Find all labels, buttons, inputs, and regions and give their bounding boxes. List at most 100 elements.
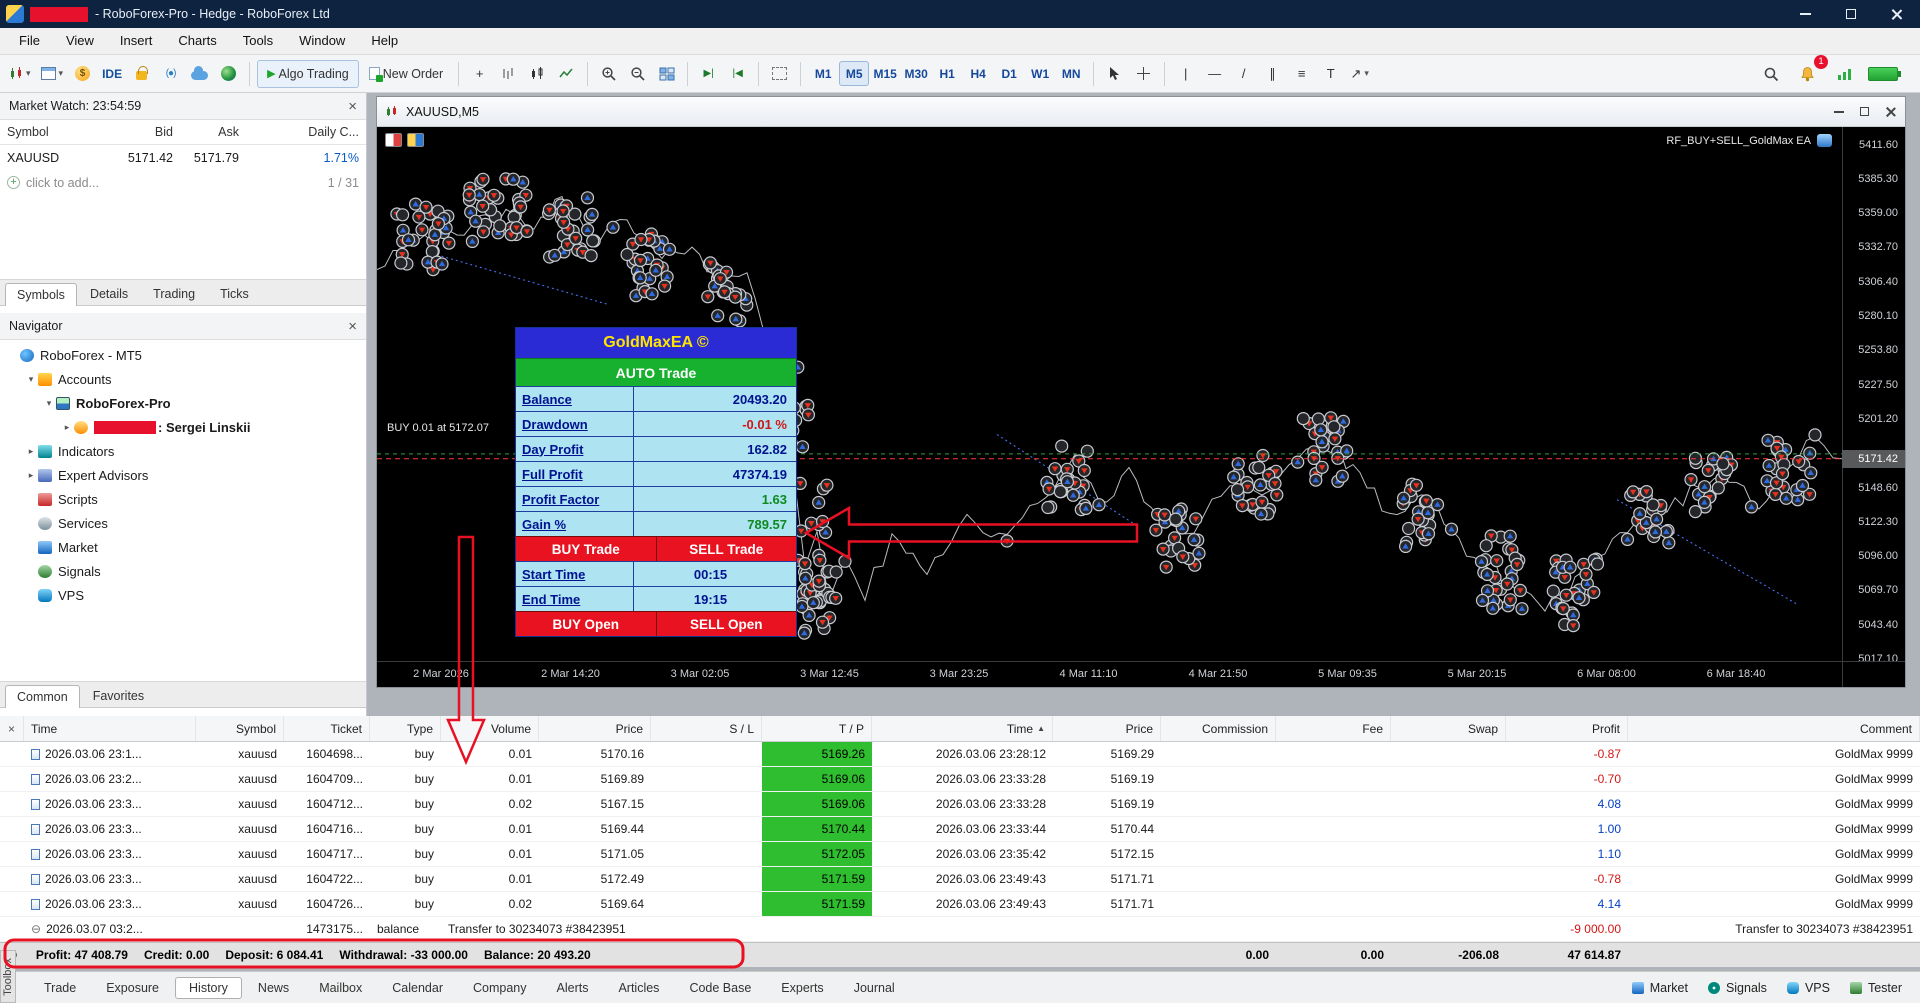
tree-item-scripts[interactable]: Scripts <box>0 487 366 511</box>
tree-item-roboforex-mt-[interactable]: RoboForex - MT5 <box>0 343 366 367</box>
column-header-tp[interactable]: T / P <box>762 716 872 741</box>
ide-button[interactable]: IDE <box>98 60 126 88</box>
tab-trading[interactable]: Trading <box>141 282 207 305</box>
menu-item-tools[interactable]: Tools <box>230 28 286 54</box>
cloud-button[interactable] <box>186 60 213 88</box>
text-tool-button[interactable]: T <box>1317 60 1344 88</box>
community-button[interactable] <box>215 60 242 88</box>
timeframe-h4[interactable]: H4 <box>963 61 993 86</box>
menu-item-help[interactable]: Help <box>358 28 411 54</box>
dock-tab-experts[interactable]: Experts <box>767 977 837 999</box>
column-header-time[interactable]: Time <box>24 716 196 741</box>
tab-symbols[interactable]: Symbols <box>5 283 77 306</box>
dock-tab-exposure[interactable]: Exposure <box>92 977 173 999</box>
timeframe-h1[interactable]: H1 <box>932 61 962 86</box>
close-icon[interactable] <box>1885 106 1896 117</box>
history-row[interactable]: 2026.03.06 23:2... xauusd 1604709... buy 0.0… <box>0 767 1920 792</box>
chevron-down-icon[interactable]: ▾ <box>24 374 38 385</box>
status-item-vps[interactable]: VPS <box>1786 981 1830 995</box>
indicators-frame-button[interactable] <box>766 60 793 88</box>
timeframe-m30[interactable]: M30 <box>901 61 931 86</box>
chevron-right-icon[interactable]: ▸ <box>60 422 74 433</box>
history-row[interactable]: 2026.03.06 23:3... xauusd 1604712... buy 0.0… <box>0 792 1920 817</box>
vertical-line-button[interactable]: | <box>1172 60 1199 88</box>
column-header-profit[interactable]: Profit <box>1506 716 1628 741</box>
tree-item-expert-advisors[interactable]: ▸ Expert Advisors <box>0 463 366 487</box>
menu-item-charts[interactable]: Charts <box>165 28 229 54</box>
history-row[interactable]: 2026.03.06 23:3... xauusd 1604717... buy 0.0… <box>0 842 1920 867</box>
zoom-out-button[interactable] <box>624 60 651 88</box>
broadcast-button[interactable]: (●) <box>157 60 184 88</box>
tree-item-indicators[interactable]: ▸ Indicators <box>0 439 366 463</box>
tree-item--sergei-linskii[interactable]: ▸: Sergei Linskii <box>0 415 366 439</box>
column-header-sl[interactable]: S / L <box>651 716 762 741</box>
history-row[interactable]: 2026.03.06 23:3... xauusd 1604726... buy 0.0… <box>0 892 1920 917</box>
column-header-commission[interactable]: Commission <box>1161 716 1276 741</box>
tab-favorites[interactable]: Favorites <box>81 684 156 707</box>
lock-button[interactable] <box>128 60 155 88</box>
tab-ticks[interactable]: Ticks <box>208 282 261 305</box>
tree-item-accounts[interactable]: ▾ Accounts <box>0 367 366 391</box>
dock-tab-articles[interactable]: Articles <box>604 977 673 999</box>
mw-column-0[interactable]: Symbol <box>0 125 118 139</box>
chart-window-titlebar[interactable]: XAUUSD,M5 <box>377 97 1905 127</box>
column-header-symbol[interactable]: Symbol <box>196 716 284 741</box>
mw-column-3[interactable]: Daily C... <box>246 125 366 139</box>
column-header-time[interactable]: Time ▲ <box>872 716 1053 741</box>
time-axis[interactable]: 2 Mar 2026 2 Mar 14:20 3 Mar 02:05 3 Mar 12… <box>377 661 1842 687</box>
performance-button[interactable] <box>1831 60 1858 88</box>
horizontal-line-button[interactable]: — <box>1201 60 1228 88</box>
status-item-market[interactable]: Market <box>1631 981 1688 995</box>
algo-trading-button[interactable]: ▶ Algo Trading <box>257 59 359 88</box>
chevron-right-icon[interactable]: ▸ <box>24 470 38 481</box>
column-header-type[interactable]: Type <box>370 716 441 741</box>
dock-tab-code-base[interactable]: Code Base <box>675 977 765 999</box>
close-icon[interactable]: × <box>348 319 357 334</box>
market-watch-row[interactable]: XAUUSD 5171.42 5171.79 1.71% <box>0 145 366 170</box>
trendline-button[interactable]: / <box>1230 60 1257 88</box>
mw-column-1[interactable]: Bid <box>118 125 180 139</box>
search-button[interactable] <box>1757 60 1784 88</box>
column-header-price[interactable]: Price <box>1053 716 1161 741</box>
column-header-swap[interactable]: Swap <box>1391 716 1506 741</box>
tree-item-market[interactable]: Market <box>0 535 366 559</box>
maximize-button[interactable] <box>1828 0 1874 28</box>
tree-item-services[interactable]: Services <box>0 511 366 535</box>
dock-tab-calendar[interactable]: Calendar <box>378 977 457 999</box>
quotes-button[interactable]: $ <box>69 60 96 88</box>
minimize-button[interactable] <box>1782 0 1828 28</box>
tab-common[interactable]: Common <box>5 685 80 708</box>
menu-item-view[interactable]: View <box>53 28 107 54</box>
column-header-price[interactable]: Price <box>539 716 651 741</box>
auto-scroll-button[interactable]: ▶| <box>695 60 722 88</box>
menu-item-insert[interactable]: Insert <box>107 28 166 54</box>
close-button[interactable] <box>1874 0 1920 28</box>
fibonacci-button[interactable]: ≡ <box>1288 60 1315 88</box>
notifications-button[interactable]: 1 <box>1794 54 1828 88</box>
menu-item-window[interactable]: Window <box>286 28 358 54</box>
column-header-comment[interactable]: Comment <box>1628 716 1920 741</box>
timeframe-w1[interactable]: W1 <box>1025 61 1055 86</box>
new-order-button[interactable]: New Order <box>361 60 451 88</box>
status-item-tester[interactable]: Tester <box>1849 981 1902 995</box>
chart-type-button[interactable]: ▾ <box>6 60 35 88</box>
status-item-signals[interactable]: Signals <box>1707 981 1767 995</box>
cursor-button[interactable] <box>1101 60 1128 88</box>
line-chart-button[interactable] <box>553 60 580 88</box>
dock-tab-news[interactable]: News <box>244 977 303 999</box>
dock-tab-alerts[interactable]: Alerts <box>543 977 603 999</box>
mw-column-2[interactable]: Ask <box>180 125 246 139</box>
bar-chart-button[interactable] <box>495 60 522 88</box>
timeframe-m5[interactable]: M5 <box>839 61 870 86</box>
dock-tab-journal[interactable]: Journal <box>840 977 909 999</box>
toolbox-vertical-tab[interactable]: Toolbox <box>0 950 16 1003</box>
column-header-ticket[interactable]: Ticket <box>284 716 370 741</box>
tree-item-roboforex-pro[interactable]: ▾ RoboForex-Pro <box>0 391 366 415</box>
indicator-shortcut-icon-1[interactable] <box>385 133 402 147</box>
timeframe-d1[interactable]: D1 <box>994 61 1024 86</box>
crosshair-button[interactable] <box>1130 60 1157 88</box>
tree-item-vps[interactable]: VPS <box>0 583 366 607</box>
maximize-icon[interactable] <box>1860 107 1869 116</box>
dock-tab-trade[interactable]: Trade <box>30 977 90 999</box>
menu-item-file[interactable]: File <box>6 28 53 54</box>
